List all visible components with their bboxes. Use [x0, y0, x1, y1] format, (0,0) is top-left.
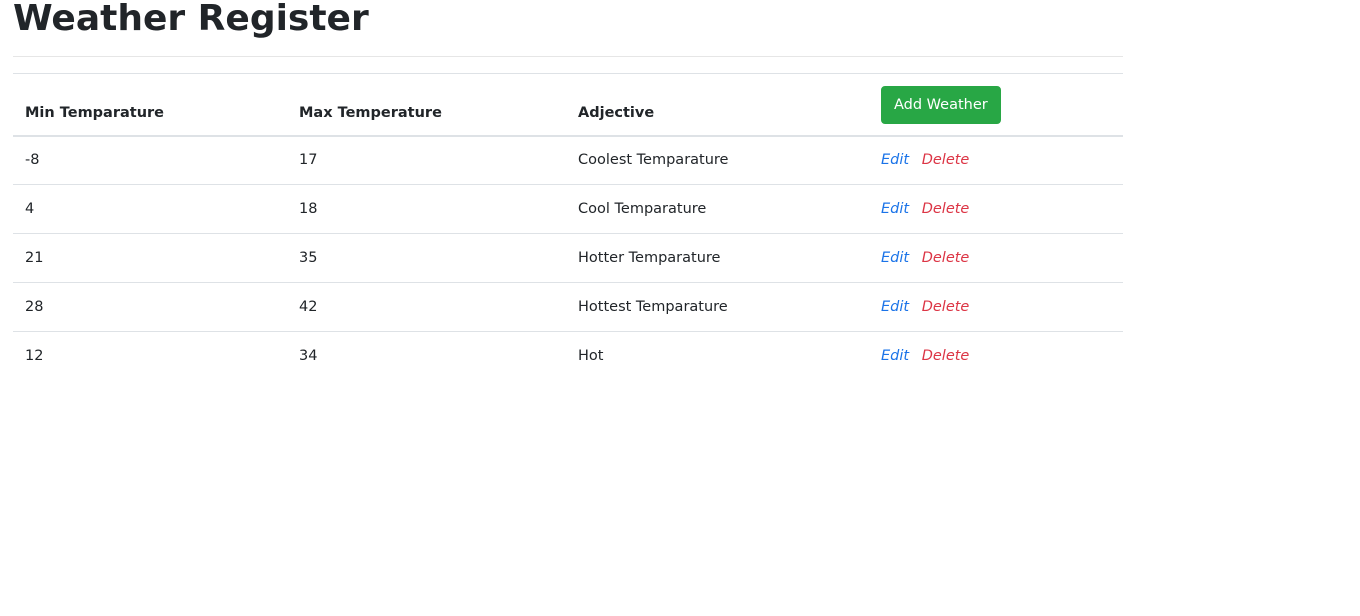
cell-actions: Edit Delete	[869, 332, 1123, 381]
header-min-temperature: Min Temparature	[13, 73, 287, 137]
table-row: 28 42 Hottest Temparature Edit Delete	[13, 282, 1123, 332]
cell-adjective: Coolest Temparature	[566, 135, 869, 185]
cell-min-temperature: 4	[13, 184, 287, 234]
delete-link[interactable]: Delete	[922, 299, 970, 315]
delete-link[interactable]: Delete	[922, 348, 970, 364]
weather-register-page: Weather Register Min Temparature Max Tem…	[0, 0, 1360, 616]
table-row: -8 17 Coolest Temparature Edit Delete	[13, 135, 1123, 185]
add-weather-button[interactable]: Add Weather	[881, 86, 1001, 124]
edit-link[interactable]: Edit	[881, 250, 909, 266]
delete-link[interactable]: Delete	[922, 250, 970, 266]
edit-link[interactable]: Edit	[881, 152, 909, 168]
cell-actions: Edit Delete	[869, 135, 1123, 185]
header-adjective: Adjective	[566, 73, 869, 137]
cell-adjective: Hot	[578, 348, 604, 365]
cell-adjective: Hottest Temparature	[566, 282, 869, 332]
cell-min-temperature: -8	[13, 135, 287, 185]
header-row: Min Temparature Max Temperature Adjectiv…	[13, 73, 1123, 137]
table-row: 4 18 Cool Temparature Edit Delete	[13, 184, 1123, 234]
page-title: Weather Register	[13, 0, 369, 39]
cell-actions: Edit Delete	[869, 282, 1123, 332]
table-row: 21 35 Hotter Temparature Edit Delete	[13, 233, 1123, 283]
header-max-temperature: Max Temperature	[287, 73, 566, 137]
title-divider	[13, 56, 1123, 57]
cell-adjective: Cool Temparature	[566, 184, 869, 234]
delete-link[interactable]: Delete	[922, 201, 970, 217]
cell-min-temperature: 21	[13, 233, 287, 283]
edit-link[interactable]: Edit	[881, 299, 909, 315]
cell-max-temperature: 34	[299, 348, 318, 365]
table-row: 12 34 Hot Edit Delete	[13, 332, 1123, 381]
cell-adjective: Hotter Temparature	[566, 233, 869, 283]
cell-actions: Edit Delete	[869, 184, 1123, 234]
cell-max-temperature: 35	[287, 233, 566, 283]
edit-link[interactable]: Edit	[881, 348, 909, 364]
table-header: Min Temparature Max Temperature Adjectiv…	[13, 73, 1123, 137]
cell-actions: Edit Delete	[869, 233, 1123, 283]
delete-link[interactable]: Delete	[922, 152, 970, 168]
header-actions: Add Weather	[869, 73, 1123, 137]
edit-link[interactable]: Edit	[881, 201, 909, 217]
cell-max-temperature: 42	[287, 282, 566, 332]
table-body: -8 17 Coolest Temparature Edit Delete 4 …	[13, 135, 1123, 381]
cell-max-temperature: 17	[287, 135, 566, 185]
cell-max-temperature: 18	[287, 184, 566, 234]
weather-table: Min Temparature Max Temperature Adjectiv…	[13, 73, 1123, 381]
cell-min-temperature: 28	[13, 282, 287, 332]
cell-min-temperature: 12	[25, 348, 44, 365]
